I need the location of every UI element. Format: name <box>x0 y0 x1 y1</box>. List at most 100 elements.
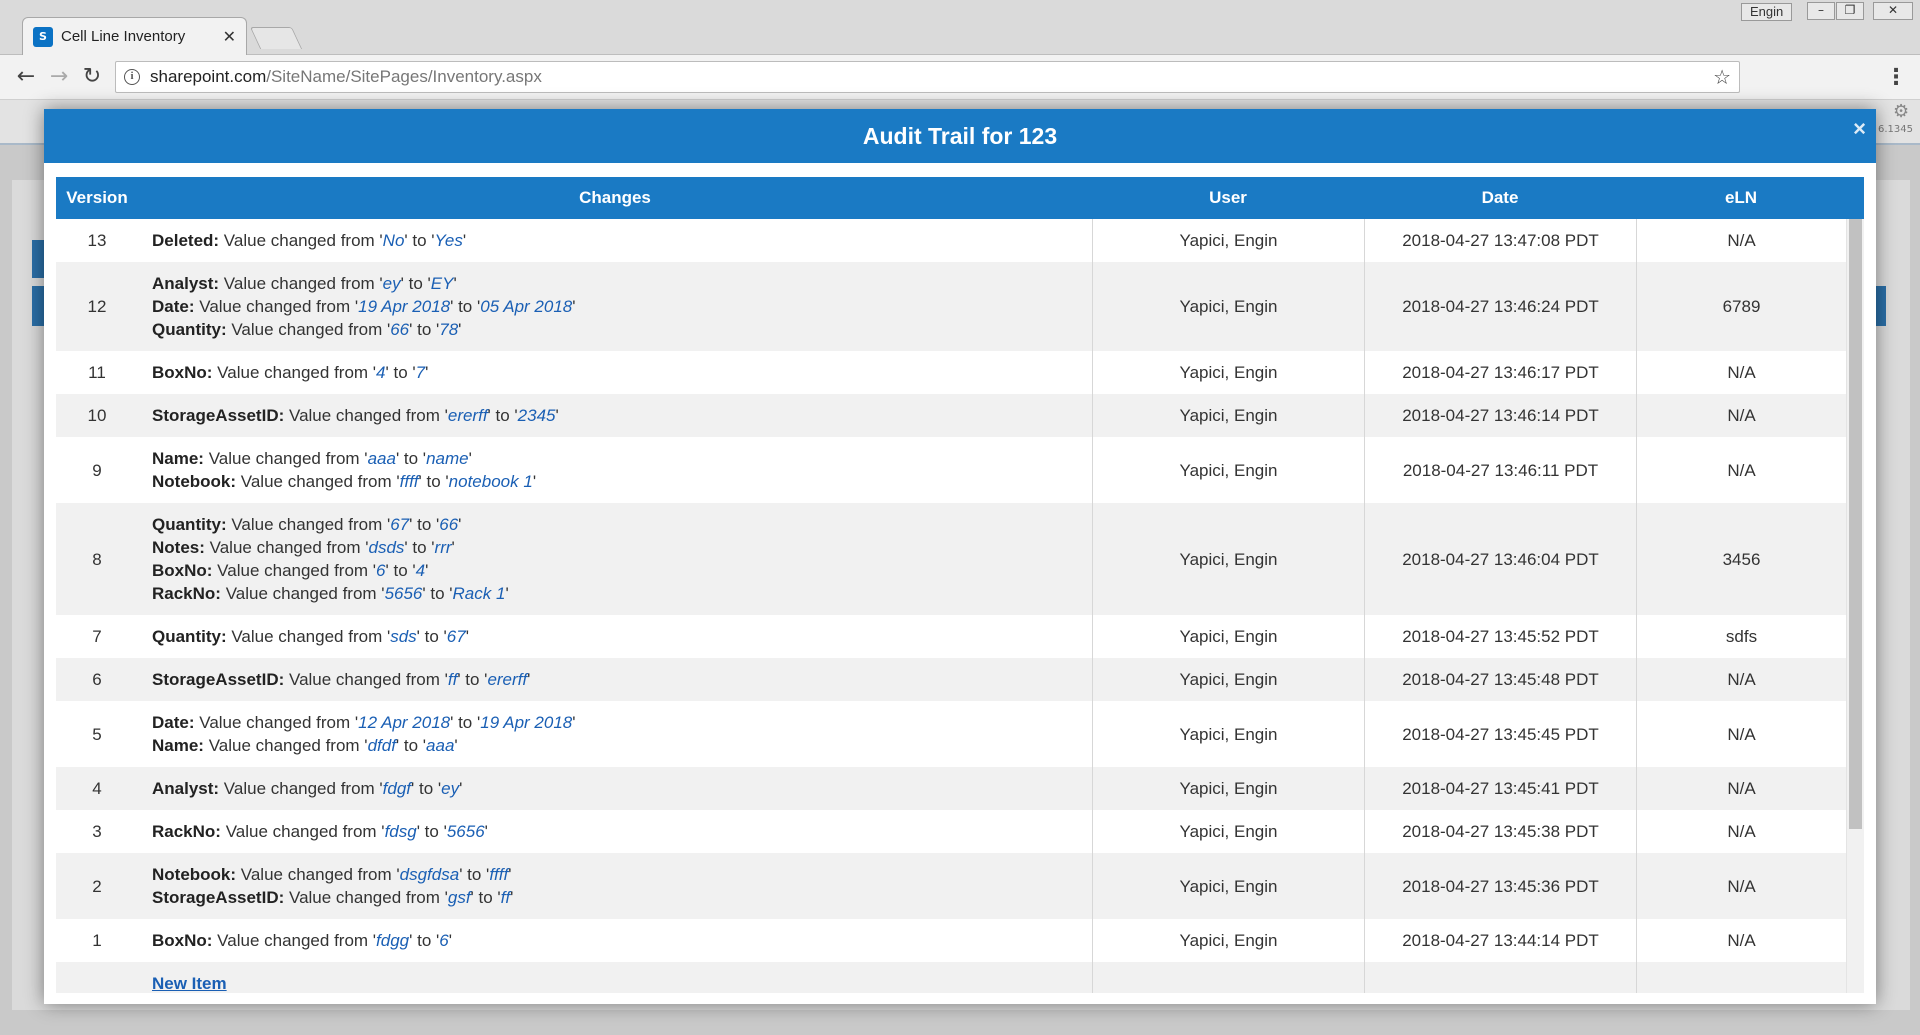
change-new-value: 6 <box>439 931 449 950</box>
close-icon[interactable]: × <box>1853 109 1866 149</box>
table-row: 13 Deleted: Value changed from 'No' to 'Y… <box>56 219 1846 262</box>
change-new-value: ererff <box>487 670 528 689</box>
eln-cell: sdfs <box>1636 615 1846 658</box>
change-line: Quantity: Value changed from '66' to '78… <box>152 320 462 339</box>
scrollbar-thumb[interactable] <box>1849 219 1862 829</box>
change-new-value: 19 Apr 2018 <box>480 713 573 732</box>
change-line: RackNo: Value changed from '5656' to 'Ra… <box>152 584 509 603</box>
user-cell: Yapici, Engin <box>1092 810 1364 853</box>
sharepoint-icon: S <box>33 26 53 47</box>
change-old-value: ererff <box>447 406 488 425</box>
user-cell: Yapici, Engin <box>1092 919 1364 962</box>
table-body[interactable]: 13 Deleted: Value changed from 'No' to 'Y… <box>56 219 1846 993</box>
change-new-value: 78 <box>439 320 459 339</box>
new-tab-button[interactable] <box>249 27 303 49</box>
version-cell: 8 <box>92 549 102 569</box>
change-old-value: ey <box>382 274 401 293</box>
changes-cell: BoxNo: Value changed from '4' to '7' <box>138 351 1092 394</box>
table-row: 6 StorageAssetID: Value changed from 'ff'… <box>56 658 1846 701</box>
column-header-version[interactable]: Version <box>56 177 138 219</box>
change-line: RackNo: Value changed from 'fdsg' to '56… <box>152 822 488 841</box>
version-cell: 10 <box>87 406 107 425</box>
date-cell: 2018-04-27 13:45:38 PDT <box>1364 810 1636 853</box>
change-old-value: 12 Apr 2018 <box>358 713 451 732</box>
forward-icon[interactable]: → <box>45 63 73 91</box>
changes-cell: Notebook: Value changed from 'dsgfdsa' t… <box>138 853 1092 919</box>
change-new-value: 7 <box>415 363 426 382</box>
change-field-name: Quantity: <box>152 515 227 534</box>
change-field-name: Quantity: <box>152 627 227 646</box>
eln-cell <box>1636 962 1846 993</box>
back-icon[interactable]: ← <box>12 63 40 91</box>
eln-cell: N/A <box>1636 919 1846 962</box>
eln-cell: N/A <box>1636 767 1846 810</box>
maximize-icon[interactable]: ❐ <box>1836 2 1864 20</box>
change-field-name: Date: <box>152 713 195 732</box>
change-field-name: BoxNo: <box>152 363 213 382</box>
minimize-icon[interactable]: – <box>1807 2 1835 20</box>
change-old-value: ff <box>447 670 458 689</box>
changes-cell: RackNo: Value changed from 'fdsg' to '56… <box>138 810 1092 853</box>
user-cell: Yapici, Engin <box>1092 853 1364 919</box>
change-line: StorageAssetID: Value changed from 'gsf'… <box>152 888 514 907</box>
change-line: BoxNo: Value changed from 'fdgg' to '6' <box>152 931 452 950</box>
tab-close-icon[interactable]: ✕ <box>223 27 236 46</box>
version-cell: 7 <box>92 627 102 646</box>
version-cell: 11 <box>88 363 106 382</box>
change-line: StorageAssetID: Value changed from 'erer… <box>152 406 559 425</box>
gear-icon[interactable]: ⚙ <box>1893 101 1909 122</box>
user-cell <box>1092 962 1364 993</box>
browser-menu-icon[interactable]: ⋮ <box>1885 65 1907 90</box>
changes-cell: Deleted: Value changed from 'No' to 'Yes… <box>138 219 1092 262</box>
eln-cell: N/A <box>1636 394 1846 437</box>
column-header-changes[interactable]: Changes <box>138 177 1092 219</box>
change-field-name: Quantity: <box>152 320 227 339</box>
browser-titlebar: S Cell Line Inventory ✕ Engin – ❐ ✕ <box>0 0 1920 55</box>
change-line: Name: Value changed from 'aaa' to 'name' <box>152 449 472 468</box>
browser-tab[interactable]: S Cell Line Inventory ✕ <box>22 17 247 55</box>
version-cell: 5 <box>92 724 102 744</box>
bookmark-star-icon[interactable]: ☆ <box>1713 65 1731 89</box>
column-header-eln[interactable]: eLN <box>1636 177 1846 219</box>
url-path: /SiteName/SitePages/Inventory.aspx <box>266 67 542 86</box>
change-field-name: Notes: <box>152 538 205 557</box>
user-cell: Yapici, Engin <box>1092 767 1364 810</box>
window-close-icon[interactable]: ✕ <box>1873 2 1913 20</box>
change-line: Quantity: Value changed from 'sds' to '6… <box>152 627 469 646</box>
date-cell: 2018-04-27 13:46:24 PDT <box>1364 262 1636 351</box>
changes-cell: Quantity: Value changed from 'sds' to '6… <box>138 615 1092 658</box>
column-header-user[interactable]: User <box>1092 177 1364 219</box>
change-field-name: Notebook: <box>152 472 237 491</box>
date-cell: 2018-04-27 13:45:36 PDT <box>1364 853 1636 919</box>
change-new-value: ff <box>500 888 511 907</box>
table-row: 12 Analyst: Value changed from 'ey' to 'E… <box>56 262 1846 351</box>
dialog-header: Audit Trail for 123 × <box>44 109 1876 163</box>
version-cell: 1 <box>92 931 102 950</box>
reload-icon[interactable]: ↻ <box>78 63 106 91</box>
table-scrollbar[interactable] <box>1846 219 1864 993</box>
new-item-link[interactable]: New Item <box>152 974 227 993</box>
change-field-name: StorageAssetID: <box>152 406 285 425</box>
change-old-value: 5656 <box>384 584 423 603</box>
changes-cell: New Item <box>138 962 1092 993</box>
user-cell: Yapici, Engin <box>1092 701 1364 767</box>
address-bar[interactable]: i sharepoint.com /SiteName/SitePages/Inv… <box>115 61 1740 93</box>
change-old-value: aaa <box>367 449 396 468</box>
change-new-value: Yes <box>434 231 463 250</box>
change-line: Name: Value changed from 'dfdf' to 'aaa' <box>152 736 458 755</box>
audit-trail-dialog: Audit Trail for 123 × Version Changes Us… <box>44 109 1876 1004</box>
window-user-badge[interactable]: Engin <box>1741 3 1793 21</box>
info-icon[interactable]: i <box>124 69 140 85</box>
change-new-value: EY <box>430 274 454 293</box>
dialog-title: Audit Trail for 123 <box>862 123 1058 149</box>
change-line: Analyst: Value changed from 'fdgf' to 'e… <box>152 779 463 798</box>
eln-cell: N/A <box>1636 658 1846 701</box>
version-cell: 4 <box>92 779 102 798</box>
change-line: Quantity: Value changed from '67' to '66… <box>152 515 462 534</box>
date-cell <box>1364 962 1636 993</box>
audit-table: Version Changes User Date eLN 13 Deleted:… <box>56 177 1864 993</box>
change-field-name: Analyst: <box>152 779 220 798</box>
column-header-date[interactable]: Date <box>1364 177 1636 219</box>
change-new-value: rrr <box>434 538 452 557</box>
eln-cell: N/A <box>1636 219 1846 262</box>
